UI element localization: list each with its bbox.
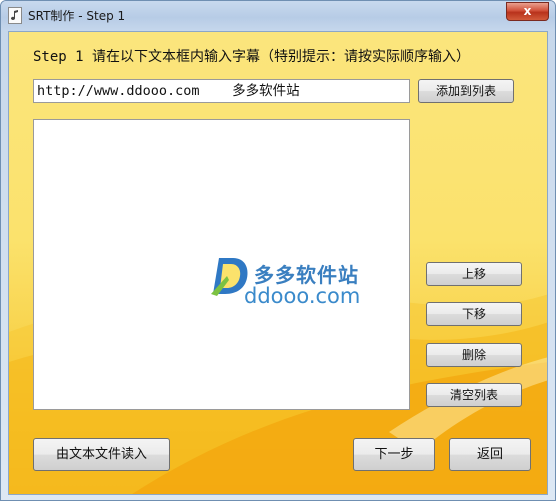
add-to-list-button[interactable]: 添加到列表	[418, 79, 514, 103]
next-step-button[interactable]: 下一步	[353, 438, 435, 471]
watermark-english-text: ddooo.com	[244, 284, 361, 308]
ddooo-logo-icon	[211, 258, 248, 296]
window-title: SRT制作 - Step 1	[28, 9, 126, 23]
client-area: Step 1 请在以下文本框内输入字幕（特别提示：请按实际顺序输入） http:…	[8, 31, 548, 495]
music-document-icon	[8, 7, 22, 24]
clear-list-button[interactable]: 清空列表	[426, 383, 522, 407]
title-bar[interactable]: SRT制作 - Step 1 x	[1, 1, 555, 31]
subtitle-text-input[interactable]: http://www.ddooo.com 多多软件站	[33, 79, 410, 103]
move-up-button[interactable]: 上移	[426, 262, 522, 286]
delete-button[interactable]: 删除	[426, 343, 522, 367]
step-instruction: Step 1 请在以下文本框内输入字幕（特别提示：请按实际顺序输入）	[33, 49, 470, 65]
import-from-text-file-button[interactable]: 由文本文件读入	[33, 438, 170, 471]
back-button[interactable]: 返回	[449, 438, 531, 471]
srt-wizard-window: SRT制作 - Step 1 x Step 1 请在以下文本框内输入字幕（特别提…	[0, 0, 556, 501]
move-down-button[interactable]: 下移	[426, 302, 522, 326]
close-icon: x	[523, 4, 532, 18]
close-button[interactable]: x	[506, 2, 549, 21]
